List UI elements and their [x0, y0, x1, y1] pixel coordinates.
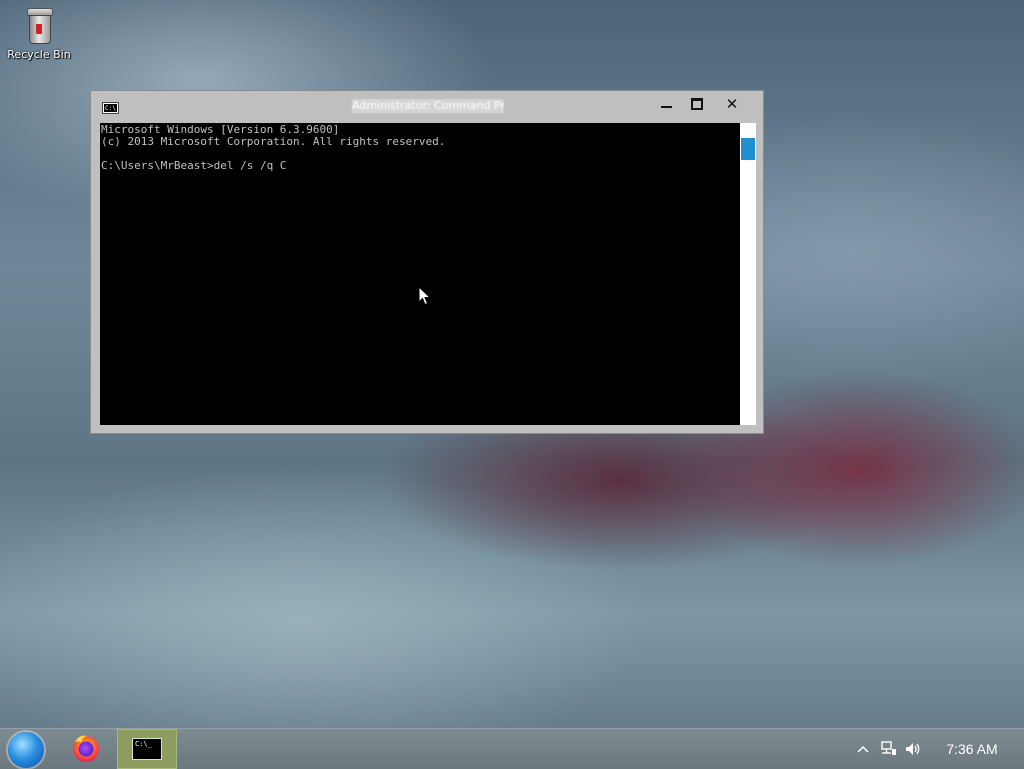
- maximize-button[interactable]: [683, 93, 711, 115]
- start-button[interactable]: [8, 732, 44, 768]
- close-button[interactable]: ✕: [718, 93, 746, 115]
- desktop-icon-label: Recycle Bin: [7, 48, 71, 61]
- desktop-icon-recycle-bin[interactable]: Recycle Bin: [6, 8, 72, 61]
- scrollbar-thumb[interactable]: [741, 138, 755, 160]
- cmd-icon: C:\_: [132, 738, 162, 760]
- network-icon[interactable]: [880, 740, 898, 758]
- console-output[interactable]: Microsoft Windows [Version 6.3.9600] (c)…: [100, 123, 740, 425]
- taskbar-command-prompt-button[interactable]: C:\_: [117, 729, 177, 769]
- vertical-scrollbar[interactable]: [740, 123, 756, 425]
- mouse-pointer-icon: [418, 286, 432, 306]
- firefox-icon: [73, 735, 99, 762]
- window-title: Administrator: Command Prompt: [352, 99, 504, 113]
- cmd-icon[interactable]: C:\: [102, 102, 119, 114]
- console-line: (c) 2013 Microsoft Corporation. All righ…: [101, 135, 446, 148]
- console-prompt-line[interactable]: C:\Users\MrBeast>del /s /q C: [101, 160, 445, 172]
- recycle-bin-icon: [26, 8, 53, 44]
- taskbar-firefox-button[interactable]: [64, 729, 108, 769]
- taskbar-clock[interactable]: 7:36 AM: [936, 741, 1008, 759]
- minimize-button[interactable]: [653, 93, 681, 115]
- command-prompt-window[interactable]: C:\ Administrator: Command Prompt ✕ Micr…: [90, 90, 764, 434]
- chevron-up-icon[interactable]: [855, 741, 871, 757]
- maximize-icon: [691, 98, 703, 110]
- minimize-icon: [661, 106, 672, 108]
- volume-icon[interactable]: [904, 740, 922, 758]
- taskbar: C:\_ 7:36 AM: [0, 728, 1024, 769]
- window-titlebar[interactable]: C:\ Administrator: Command Prompt ✕: [91, 91, 763, 123]
